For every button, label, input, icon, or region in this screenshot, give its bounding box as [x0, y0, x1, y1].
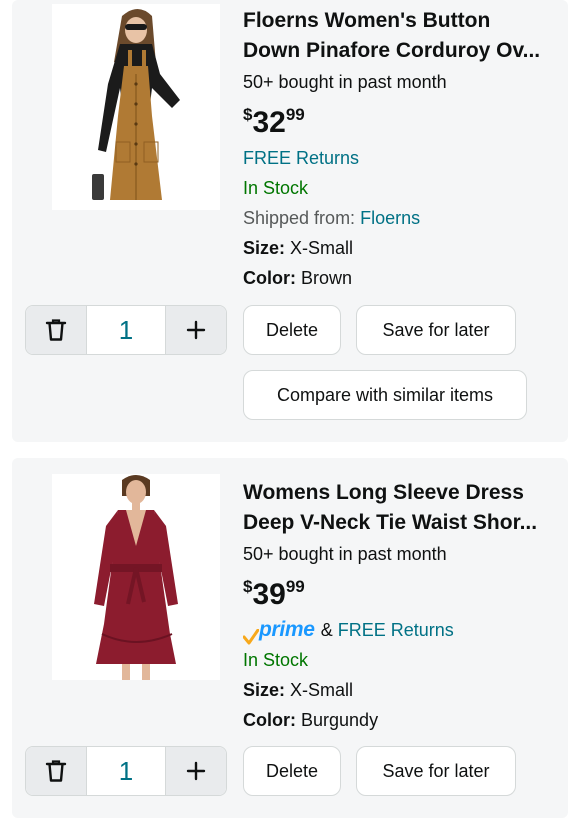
size-attribute: Size: X-Small	[243, 238, 354, 258]
trash-icon	[45, 319, 67, 341]
prime-logo: prime	[243, 615, 315, 645]
prime-check-icon	[243, 629, 259, 645]
product-title[interactable]: Floerns Women's Button Down Pinafore Cor…	[243, 6, 563, 66]
price: $3299	[243, 105, 305, 139]
quantity-stepper: 1	[25, 305, 227, 355]
stock-status: In Stock	[243, 650, 309, 670]
shipped-from: Shipped from: Floerns	[243, 208, 421, 228]
color-attribute: Color: Brown	[243, 268, 353, 288]
product-info: Womens Long Sleeve Dress Deep V-Neck Tie…	[243, 478, 563, 735]
plus-icon	[186, 320, 206, 340]
product-title[interactable]: Womens Long Sleeve Dress Deep V-Neck Tie…	[243, 478, 563, 538]
product-image[interactable]	[52, 474, 220, 680]
save-for-later-button[interactable]: Save for later	[356, 305, 516, 355]
delete-item-button[interactable]	[26, 306, 87, 354]
product-info: Floerns Women's Button Down Pinafore Cor…	[243, 6, 563, 293]
price: $3999	[243, 577, 305, 611]
delete-button[interactable]: Delete	[243, 746, 341, 796]
cart-item: Floerns Women's Button Down Pinafore Cor…	[12, 0, 568, 442]
quantity-stepper: 1	[25, 746, 227, 796]
color-attribute: Color: Burgundy	[243, 710, 379, 730]
bought-count: 50+ bought in past month	[243, 72, 447, 92]
delete-button[interactable]: Delete	[243, 305, 341, 355]
trash-icon	[45, 760, 67, 782]
free-returns-link[interactable]: FREE Returns	[338, 615, 454, 645]
seller-link[interactable]: Floerns	[360, 208, 420, 228]
increase-quantity-button[interactable]	[165, 306, 226, 354]
delete-item-button[interactable]	[26, 747, 87, 795]
increase-quantity-button[interactable]	[165, 747, 226, 795]
product-image[interactable]	[52, 4, 220, 210]
size-attribute: Size: X-Small	[243, 680, 354, 700]
free-returns-link[interactable]: FREE Returns	[243, 143, 563, 173]
compare-similar-button[interactable]: Compare with similar items	[243, 370, 527, 420]
plus-icon	[186, 761, 206, 781]
quantity-value[interactable]: 1	[86, 306, 166, 354]
quantity-value[interactable]: 1	[86, 747, 166, 795]
cart-item: Womens Long Sleeve Dress Deep V-Neck Tie…	[12, 458, 568, 818]
save-for-later-button[interactable]: Save for later	[356, 746, 516, 796]
stock-status: In Stock	[243, 178, 309, 198]
prime-returns: prime & FREE Returns	[243, 615, 563, 645]
bought-count: 50+ bought in past month	[243, 544, 447, 564]
